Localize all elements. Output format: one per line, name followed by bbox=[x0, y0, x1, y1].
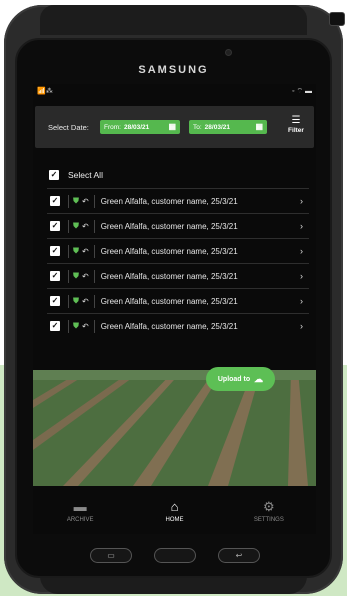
list-item-label: Green Alfalfa, customer name, 25/3/21 bbox=[100, 221, 238, 231]
list-item[interactable]: ✓ ⛊ ↶ Green Alfalfa, customer name, 25/3… bbox=[47, 313, 309, 338]
list-item[interactable]: ✓ ⛊ ↶ Green Alfalfa, customer name, 25/3… bbox=[47, 238, 309, 263]
gear-icon: ⚙ bbox=[262, 499, 275, 514]
select-all-label: Select All bbox=[68, 170, 103, 180]
filter-label: Filter bbox=[288, 127, 304, 134]
list-item-label: Green Alfalfa, customer name, 25/3/21 bbox=[100, 196, 238, 206]
sync-icon: ↶ bbox=[82, 271, 89, 281]
item-checkbox[interactable]: ✓ bbox=[50, 246, 60, 256]
nav-settings-label: SETTINGS bbox=[253, 517, 284, 523]
home-key[interactable] bbox=[154, 548, 196, 563]
back-icon: ↩ bbox=[235, 551, 243, 560]
item-checkbox[interactable]: ✓ bbox=[50, 271, 60, 281]
list-item[interactable]: ✓ ⛊ ↶ Green Alfalfa, customer name, 25/3… bbox=[47, 263, 309, 288]
sync-icon: ↶ bbox=[82, 296, 89, 306]
chevron-right-icon[interactable]: › bbox=[300, 296, 303, 306]
to-date-button[interactable]: To: 28/03/21 ▦ bbox=[189, 120, 267, 134]
device-bumper-top bbox=[40, 5, 307, 35]
chevron-right-icon[interactable]: › bbox=[300, 271, 303, 281]
from-date-button[interactable]: From: 28/03/21 ▦ bbox=[100, 120, 180, 134]
chevron-right-icon[interactable]: › bbox=[300, 321, 303, 331]
shield-check-icon: ⛊ bbox=[73, 196, 79, 205]
status-left: 📶⁂ bbox=[37, 88, 53, 95]
nav-home[interactable]: ⌂ HOME bbox=[127, 488, 221, 534]
list-item[interactable]: ✓ ⛊ ↶ Green Alfalfa, customer name, 25/3… bbox=[47, 288, 309, 313]
device-brand: SAMSUNG bbox=[138, 64, 209, 76]
recent-apps-key[interactable]: ▭ bbox=[90, 548, 132, 563]
nav-home-label: HOME bbox=[165, 517, 184, 523]
shield-check-icon: ⛊ bbox=[73, 271, 79, 280]
item-checkbox[interactable]: ✓ bbox=[50, 196, 60, 206]
nav-settings[interactable]: ⚙ SETTINGS bbox=[222, 488, 316, 534]
item-checkbox[interactable]: ✓ bbox=[50, 296, 60, 306]
home-icon: ⌂ bbox=[170, 499, 179, 514]
chevron-right-icon[interactable]: › bbox=[300, 196, 303, 206]
select-date-label: Select Date: bbox=[48, 123, 89, 132]
from-date-value: 28/03/21 bbox=[123, 123, 150, 131]
shield-check-icon: ⛊ bbox=[73, 321, 79, 330]
status-right: ◦ ⌔ ▬ bbox=[292, 88, 312, 95]
filter-icon: ☰ bbox=[291, 115, 301, 126]
camera-icon bbox=[225, 49, 232, 56]
nav-archive-label: ARCHIVE bbox=[66, 517, 94, 523]
bottom-navigation: ▬ ARCHIVE ⌂ HOME ⚙ SETTINGS bbox=[33, 488, 316, 534]
calendar-icon: ▦ bbox=[168, 122, 176, 131]
list-item-label: Green Alfalfa, customer name, 25/3/21 bbox=[100, 296, 238, 306]
sync-icon: ↶ bbox=[82, 221, 89, 231]
hardware-keys: ▭ ↩ bbox=[0, 548, 347, 566]
field-image bbox=[33, 370, 316, 486]
list-item[interactable]: ✓ ⛊ ↶ Green Alfalfa, customer name, 25/3… bbox=[47, 213, 309, 238]
item-checkbox[interactable]: ✓ bbox=[50, 221, 60, 231]
list-item[interactable]: ✓ ⛊ ↶ Green Alfalfa, customer name, 25/3… bbox=[47, 188, 309, 213]
archive-icon: ▬ bbox=[73, 499, 87, 514]
upload-button[interactable]: Upload to ☁ bbox=[206, 367, 275, 391]
shield-check-icon: ⛊ bbox=[73, 296, 79, 305]
calendar-icon: ▦ bbox=[255, 122, 263, 131]
chevron-right-icon[interactable]: › bbox=[300, 246, 303, 256]
nav-archive[interactable]: ▬ ARCHIVE bbox=[33, 488, 127, 534]
upload-label: Upload to bbox=[217, 375, 251, 383]
side-button bbox=[329, 12, 345, 26]
recent-apps-icon: ▭ bbox=[107, 551, 115, 560]
list-item-label: Green Alfalfa, customer name, 25/3/21 bbox=[100, 271, 238, 281]
status-bar: 📶⁂ ◦ ⌔ ▬ bbox=[33, 84, 316, 100]
to-prefix: To: bbox=[193, 123, 202, 131]
sync-icon: ↶ bbox=[82, 196, 89, 206]
select-all-checkbox[interactable]: ✓ bbox=[49, 170, 59, 180]
sync-icon: ↶ bbox=[82, 321, 89, 331]
app-screen: 📶⁂ ◦ ⌔ ▬ Select Date: From: 28/03/21 ▦ T… bbox=[33, 84, 316, 534]
date-filter-bar: Select Date: From: 28/03/21 ▦ To: 28/03/… bbox=[35, 106, 314, 148]
cloud-upload-icon: ☁ bbox=[254, 373, 264, 384]
item-checkbox[interactable]: ✓ bbox=[50, 321, 60, 331]
shield-check-icon: ⛊ bbox=[73, 246, 79, 255]
sync-icon: ↶ bbox=[82, 246, 89, 256]
chevron-right-icon[interactable]: › bbox=[300, 221, 303, 231]
filter-button[interactable]: ☰ Filter bbox=[282, 115, 310, 141]
from-prefix: From: bbox=[104, 123, 121, 131]
list-item-label: Green Alfalfa, customer name, 25/3/21 bbox=[100, 321, 238, 331]
crop-rows-illustration bbox=[33, 370, 316, 486]
shield-check-icon: ⛊ bbox=[73, 221, 79, 230]
record-list: ✓ ⛊ ↶ Green Alfalfa, customer name, 25/3… bbox=[47, 188, 309, 338]
to-date-value: 28/03/21 bbox=[204, 123, 230, 131]
list-item-label: Green Alfalfa, customer name, 25/3/21 bbox=[100, 246, 238, 256]
back-key[interactable]: ↩ bbox=[218, 548, 260, 563]
select-all-row[interactable]: ✓ Select All bbox=[49, 170, 103, 180]
